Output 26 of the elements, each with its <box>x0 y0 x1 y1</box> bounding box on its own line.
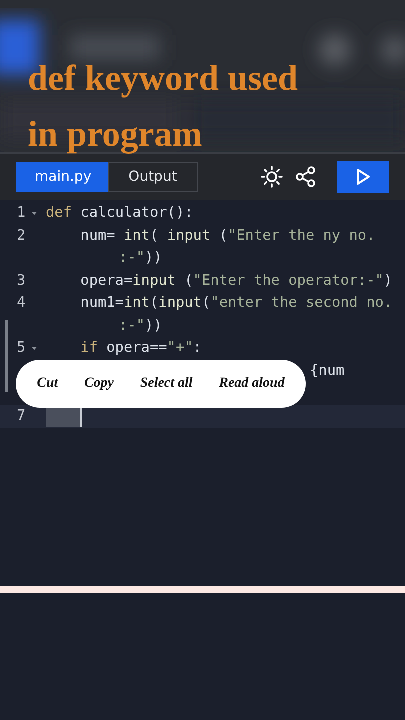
scrollbar[interactable] <box>5 320 8 392</box>
code-line: if opera=="+": <box>80 340 202 356</box>
sun-icon[interactable] <box>261 166 283 188</box>
line-number: 5 <box>17 339 27 358</box>
video-title: def keyword used in program <box>28 57 300 156</box>
line-number: 4 <box>17 294 27 313</box>
file-tab[interactable]: Output <box>108 162 198 192</box>
code-line: num= int( input ("Enter the ny no. <box>80 228 376 244</box>
play-icon <box>355 168 371 186</box>
share-icon[interactable] <box>295 166 317 188</box>
menu-item[interactable]: Select all <box>138 372 195 396</box>
code-line: {num <box>310 362 345 378</box>
line-number: 2 <box>17 226 27 246</box>
file-tab[interactable]: main.py <box>16 162 108 192</box>
line-number: 7 <box>17 406 27 426</box>
code-line: opera=input ("Enter the operator:-") <box>80 272 393 288</box>
code-line: def calculator(): <box>46 205 194 221</box>
code-line: num1=int(input("enter the second no. <box>80 295 393 311</box>
code-line: :-")) <box>119 250 162 266</box>
code-line: :-")) <box>119 318 162 334</box>
line-number: 3 <box>17 272 27 290</box>
run-button[interactable] <box>337 161 389 193</box>
menu-item[interactable]: Cut <box>35 372 60 396</box>
menu-item[interactable]: Read aloud <box>217 372 287 396</box>
menu-item[interactable]: Copy <box>82 372 116 396</box>
line-number: 1 <box>17 204 27 223</box>
